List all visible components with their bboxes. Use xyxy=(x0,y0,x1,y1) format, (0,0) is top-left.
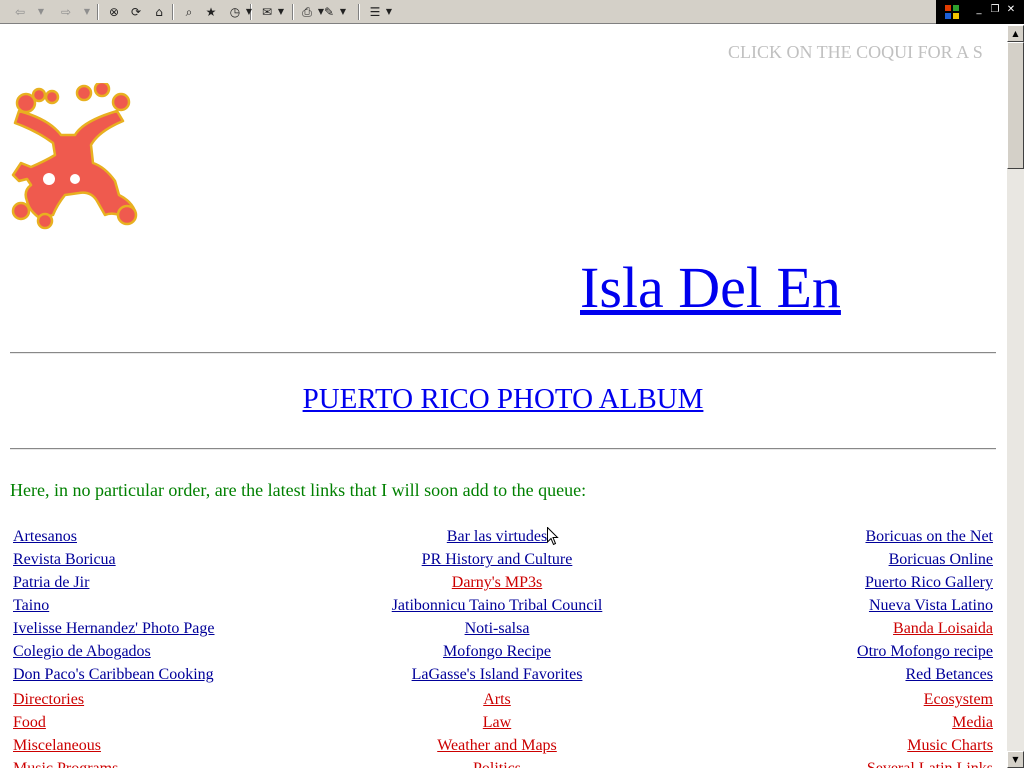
photo-album-link[interactable]: PUERTO RICO PHOTO ALBUM xyxy=(0,381,1006,417)
site-link[interactable]: Nueva Vista Latino xyxy=(869,596,993,616)
toolbar-separator xyxy=(172,4,174,20)
site-link[interactable]: Red Betances xyxy=(905,665,993,685)
minimize-icon[interactable]: _ xyxy=(972,3,986,17)
divider xyxy=(10,448,996,450)
home-icon[interactable]: ⌂ xyxy=(150,3,168,21)
history-icon[interactable]: ◷ xyxy=(226,3,244,21)
messenger-icon[interactable]: ☰ xyxy=(366,3,384,21)
stop-icon[interactable]: ⊗ xyxy=(105,3,123,21)
divider xyxy=(10,352,996,354)
site-link[interactable]: Boricuas on the Net xyxy=(865,527,993,547)
intro-text: Here, in no particular order, are the la… xyxy=(10,480,587,500)
category-link[interactable]: Media xyxy=(952,713,993,733)
site-link[interactable]: Mofongo Recipe xyxy=(443,642,551,662)
restore-icon[interactable]: ❐ xyxy=(988,3,1002,17)
category-link[interactable]: Miscelaneous xyxy=(13,736,101,756)
site-link[interactable]: Darny's MP3s xyxy=(452,573,542,593)
vertical-scrollbar[interactable]: ▲ ▼ xyxy=(1007,25,1024,768)
back-dropdown[interactable]: ▼ xyxy=(36,3,46,21)
forward-icon[interactable]: ⇨ xyxy=(57,3,75,21)
forward-dropdown[interactable]: ▼ xyxy=(82,3,92,21)
category-link[interactable]: Politics xyxy=(473,759,521,768)
category-link[interactable]: Weather and Maps xyxy=(437,736,557,756)
site-link[interactable]: Puerto Rico Gallery xyxy=(865,573,993,593)
category-link[interactable]: Music Programs xyxy=(13,759,118,768)
category-link[interactable]: Food xyxy=(13,713,46,733)
main-title[interactable]: Isla Del En xyxy=(580,253,841,323)
category-link[interactable]: Several Latin Links xyxy=(867,759,993,768)
category-link[interactable]: Arts xyxy=(483,690,511,710)
site-link[interactable]: Ivelisse Hernandez' Photo Page xyxy=(13,619,215,639)
site-link[interactable]: LaGasse's Island Favorites xyxy=(412,665,583,685)
site-link[interactable]: Bar las virtudes xyxy=(447,527,547,547)
scroll-thumb[interactable] xyxy=(1007,42,1024,169)
site-link[interactable]: Taino xyxy=(13,596,49,616)
toolbar-separator xyxy=(292,4,294,20)
site-link[interactable]: Artesanos xyxy=(13,527,77,547)
refresh-icon[interactable]: ⟳ xyxy=(127,3,145,21)
scroll-down-icon[interactable]: ▼ xyxy=(1007,751,1024,768)
dropdown-arrow-icon[interactable]: ▼ xyxy=(276,3,286,21)
browser-toolbar: ⇦ ▼ ⇨ ▼ ⊗ ⟳ ⌂ ⌕ ★ ◷ ▼ ✉ ▼ ⎙ ▼ ✎ ▼ ☰ ▼ xyxy=(0,0,1024,24)
print-icon[interactable]: ⎙ xyxy=(298,3,316,21)
site-link[interactable]: Jatibonnicu Taino Tribal Council xyxy=(392,596,603,616)
site-link[interactable]: Noti-salsa xyxy=(465,619,530,639)
scroll-up-icon[interactable]: ▲ xyxy=(1007,25,1024,42)
category-link[interactable]: Directories xyxy=(13,690,84,710)
toolbar-separator xyxy=(358,4,360,20)
edit-icon[interactable]: ✎ xyxy=(320,3,338,21)
site-link[interactable]: Otro Mofongo recipe xyxy=(857,642,993,662)
mail-icon[interactable]: ✉ xyxy=(258,3,276,21)
page-viewport: CLICK ON THE COQUI FOR A S Isla Del En P… xyxy=(0,25,1007,768)
site-link[interactable]: Don Paco's Caribbean Cooking xyxy=(13,665,214,685)
close-icon[interactable]: ✕ xyxy=(1004,3,1018,17)
window-controls: _ ❐ ✕ xyxy=(936,0,1024,24)
site-link[interactable]: Boricuas Online xyxy=(889,550,993,570)
favorites-icon[interactable]: ★ xyxy=(202,3,220,21)
dropdown-arrow-icon[interactable]: ▼ xyxy=(244,3,254,21)
site-link[interactable]: Revista Boricua xyxy=(13,550,116,570)
category-link[interactable]: Law xyxy=(483,713,511,733)
search-icon[interactable]: ⌕ xyxy=(180,3,198,21)
dropdown-arrow-icon[interactable]: ▼ xyxy=(338,3,348,21)
toolbar-separator xyxy=(97,4,99,20)
back-icon[interactable]: ⇦ xyxy=(11,3,29,21)
marquee-text: CLICK ON THE COQUI FOR A S xyxy=(728,42,983,62)
site-link[interactable]: Banda Loisaida xyxy=(893,619,993,639)
coqui-logo-icon[interactable] xyxy=(9,83,143,231)
category-link[interactable]: Ecosystem xyxy=(924,690,993,710)
category-link[interactable]: Music Charts xyxy=(907,736,993,756)
windows-logo-icon xyxy=(945,5,959,19)
site-link[interactable]: Colegio de Abogados xyxy=(13,642,151,662)
site-link[interactable]: PR History and Culture xyxy=(422,550,573,570)
site-link[interactable]: Patria de Jir xyxy=(13,573,89,593)
dropdown-arrow-icon[interactable]: ▼ xyxy=(384,3,394,21)
mouse-cursor-icon xyxy=(547,527,559,546)
